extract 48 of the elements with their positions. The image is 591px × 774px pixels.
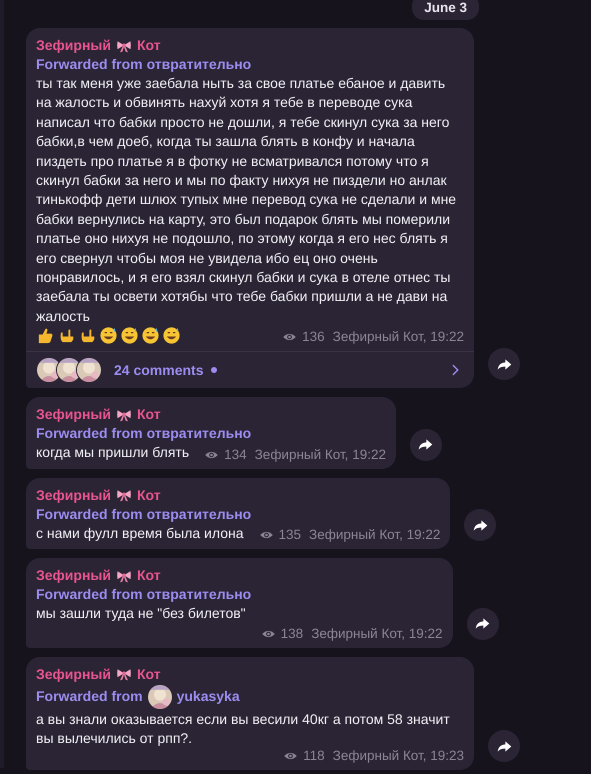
author-name[interactable]: Кот (136, 566, 161, 586)
author-name[interactable]: Кот (136, 36, 161, 55)
comments-count: 24 comments (114, 362, 204, 378)
share-button[interactable] (488, 348, 520, 380)
forwarded-label: Forwarded from (36, 55, 143, 74)
message-text: мы зашли туда не "без билетов" (36, 604, 246, 624)
share-button[interactable] (488, 730, 520, 762)
author-name[interactable]: Кот (136, 405, 161, 424)
author-name[interactable]: Кот (136, 664, 161, 684)
signature-time: Зефирный Кот, 19:22 (311, 626, 443, 642)
thumbs-up-icon (36, 326, 55, 346)
author-name[interactable]: Зефирный (36, 486, 111, 505)
author-name[interactable]: Зефирный (36, 36, 111, 55)
view-count: 138 (280, 626, 304, 642)
sweat-smile-icon (162, 326, 181, 346)
author-name[interactable]: Зефирный (36, 664, 111, 684)
forwarded-label: Forwarded from (36, 687, 143, 706)
forward-source-link[interactable]: отвратительно (146, 424, 252, 444)
view-count: 118 (303, 748, 325, 764)
share-button[interactable] (410, 428, 442, 461)
author-name[interactable]: Кот (136, 486, 161, 505)
message-text: а вы знали оказывается если вы весили 40кг а потом 58 значит вы вылечились от рпп?. (36, 710, 451, 748)
message-text: когда мы пришли блять (36, 443, 190, 462)
forward-source-link[interactable]: отвратительно (146, 504, 252, 524)
forward-source-link[interactable]: отвратительно (146, 585, 252, 604)
signature-time: Зефирный Кот, 19:22 (309, 527, 440, 544)
forwarded-label: Forwarded from (36, 585, 143, 604)
signature-time: Зефирный Кот, 19:23 (332, 748, 464, 764)
author-name[interactable]: Зефирный (36, 405, 111, 424)
share-button[interactable] (464, 509, 496, 542)
forward-source-link[interactable]: отвратительно (146, 55, 252, 74)
forwarded-label: Forwarded from (36, 504, 143, 524)
view-count: 136 (302, 329, 325, 346)
message-text: с нами фулл время была илона (36, 524, 244, 543)
signature-time: Зефирный Кот, 19:22 (332, 329, 464, 346)
sweat-smile-icon (141, 326, 160, 346)
author-name[interactable]: Зефирный (36, 566, 111, 586)
share-button[interactable] (466, 608, 499, 640)
forward-source-link[interactable]: yukasyka (176, 687, 240, 706)
date-badge: June 3 (412, 0, 479, 20)
comments-bar[interactable]: 24 comments (26, 351, 474, 388)
view-count: 134 (224, 446, 247, 463)
sweat-smile-icon (120, 326, 139, 346)
message-text: ты так меня уже заебала ныть за свое платье ебаное и давить на жалость и обвинять нахуй хотя я тебе в переводе сука написал что бабки просто не дошли, я тебе скинул сука за него бабки,в чем доеб, когда ты зашла блять в конфу и начала пиздеть про платье я в фотку не всматривался потому что я скинул бабки за него и мы по факту нихуя не пиздели но анлак тинькофф дети шлюх тупых мне перевод сука не сделали и мне бабки вернулись на карту, это был подарок блять мы померили платье оно нихуя не подошло, по этому когда я его нес блять я его свернул чтобы моя не увидела ибо ец оно очень понравилось, и я его взял скинул бабки и сука в отеле отнес ты заебала ты освети хотябы что тебе бабки пришли а не дави на жалость (36, 74, 458, 326)
sweat-smile-icon (99, 326, 118, 346)
view-count: 135 (278, 527, 302, 544)
forwarded-label: Forwarded from (36, 424, 143, 444)
signature-time: Зефирный Кот, 19:22 (254, 446, 386, 463)
